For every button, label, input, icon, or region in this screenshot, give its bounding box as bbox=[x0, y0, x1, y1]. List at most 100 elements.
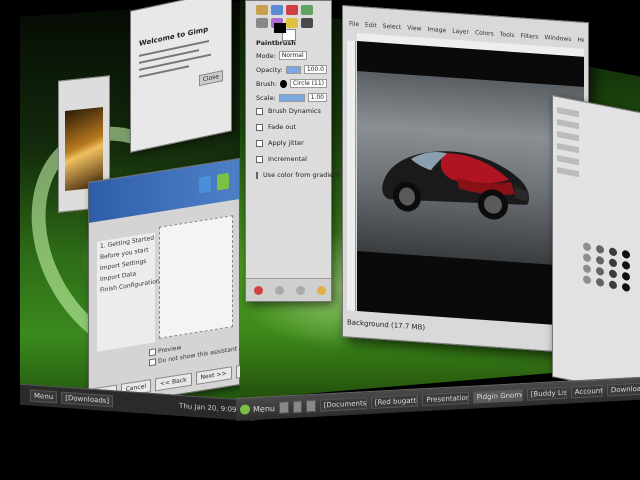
vertical-ruler[interactable] bbox=[347, 40, 356, 311]
task-button-accounts[interactable]: Accounts bbox=[570, 384, 603, 399]
scale-row: Scale: 1.00 bbox=[256, 93, 327, 102]
menu-item-image[interactable]: Image bbox=[427, 26, 446, 37]
brush-swatch[interactable] bbox=[596, 244, 604, 255]
tool-options-title: Paintbrush bbox=[256, 39, 296, 47]
dialog-title: Welcome to Gimp bbox=[139, 25, 209, 48]
menu-item-view[interactable]: View bbox=[407, 25, 421, 36]
delete-icon[interactable] bbox=[296, 285, 305, 295]
scale-value[interactable]: 1.00 bbox=[307, 93, 327, 102]
list-item[interactable] bbox=[557, 118, 579, 130]
brush-swatch[interactable] bbox=[609, 258, 617, 268]
next-button[interactable]: Next >> bbox=[195, 366, 232, 386]
scale-slider[interactable] bbox=[278, 93, 305, 102]
dock-layer-list bbox=[557, 106, 579, 183]
task-button-downloads[interactable]: Downloads bbox=[606, 382, 640, 397]
option-checkbox[interactable]: Fade out bbox=[256, 123, 327, 131]
import-wizard-dialog[interactable]: 1. Getting Started Before you start Impo… bbox=[88, 157, 266, 410]
checkbox[interactable] bbox=[256, 123, 263, 131]
tool-icon[interactable] bbox=[256, 18, 268, 28]
restore-icon[interactable] bbox=[275, 285, 284, 295]
photo-thumbnail bbox=[65, 107, 103, 191]
brush-swatch[interactable] bbox=[583, 242, 591, 252]
menu-item-edit[interactable]: Edit bbox=[365, 22, 377, 33]
task-button-red-bugatti[interactable]: [Red bugatti ... bbox=[370, 394, 419, 409]
menu-button[interactable]: Menu bbox=[240, 403, 275, 415]
checkbox[interactable] bbox=[256, 107, 263, 115]
close-button[interactable]: Close bbox=[198, 70, 223, 87]
brush-swatch[interactable] bbox=[583, 275, 591, 285]
brush-palette bbox=[583, 242, 632, 293]
brush-swatch[interactable] bbox=[622, 249, 630, 260]
brush-swatch[interactable] bbox=[583, 264, 591, 274]
taskbar-menu-button[interactable]: Menu bbox=[30, 389, 58, 404]
option-checkbox[interactable]: Apply jitter bbox=[256, 139, 327, 147]
taskbar-task-button[interactable]: [Downloads] bbox=[61, 391, 114, 408]
welcome-dialog[interactable]: Welcome to Gimp Close bbox=[130, 0, 232, 153]
tool-icon[interactable] bbox=[301, 5, 313, 15]
menu-item-colors[interactable]: Colors bbox=[475, 29, 494, 40]
back-button[interactable]: << Back bbox=[155, 372, 192, 392]
list-item[interactable] bbox=[557, 130, 579, 142]
brush-swatch[interactable] bbox=[596, 255, 604, 266]
brush-swatch[interactable] bbox=[609, 280, 617, 290]
brush-swatch[interactable] bbox=[622, 260, 630, 271]
show-desktop-icon[interactable] bbox=[278, 401, 289, 414]
brush-row: Brush: Circle (11) bbox=[256, 79, 327, 88]
mode-row: Mode: Normal bbox=[256, 51, 327, 60]
menu-item-help[interactable]: Help bbox=[577, 36, 584, 46]
checkbox[interactable] bbox=[256, 155, 263, 163]
opacity-value[interactable]: 100.0 bbox=[303, 65, 327, 74]
task-button-presentation[interactable]: Presentation... bbox=[422, 391, 469, 407]
brush-label: Brush: bbox=[256, 79, 277, 88]
menu-item-file[interactable]: File bbox=[349, 20, 359, 31]
task-button-documents[interactable]: [Documents ... bbox=[319, 397, 367, 412]
brush-name[interactable]: Circle (11) bbox=[289, 79, 327, 88]
option-checkbox[interactable]: Use color from gradient bbox=[256, 171, 340, 179]
foreground-color-swatch[interactable] bbox=[274, 23, 286, 33]
wizard-steps-list: 1. Getting Started Before you start Impo… bbox=[97, 232, 160, 352]
opacity-slider[interactable] bbox=[285, 65, 301, 74]
brush-preview-icon[interactable] bbox=[279, 79, 287, 88]
menu-item-filters[interactable]: Filters bbox=[521, 32, 539, 43]
file-manager-icon[interactable] bbox=[306, 399, 316, 413]
spreadsheet-icon bbox=[217, 172, 229, 191]
option-checkbox[interactable]: Incremental bbox=[256, 155, 327, 163]
checkbox[interactable] bbox=[149, 348, 156, 357]
menu-item-select[interactable]: Select bbox=[383, 23, 402, 34]
option-checkbox[interactable]: Brush Dynamics bbox=[256, 107, 327, 115]
task-button-buddy-list[interactable]: [Buddy List] bbox=[526, 386, 567, 401]
reset-icon[interactable] bbox=[317, 285, 326, 295]
mode-label: Mode: bbox=[256, 51, 276, 60]
mode-select[interactable]: Normal bbox=[278, 51, 307, 60]
list-item[interactable] bbox=[557, 106, 579, 118]
scale-label: Scale: bbox=[256, 93, 276, 102]
list-item[interactable] bbox=[557, 142, 579, 154]
tool-icon[interactable] bbox=[271, 5, 283, 15]
menu-item-layer[interactable]: Layer bbox=[452, 28, 469, 39]
brush-swatch[interactable] bbox=[622, 282, 630, 293]
checkbox[interactable] bbox=[256, 139, 263, 147]
list-item[interactable] bbox=[557, 166, 579, 178]
tool-icon[interactable] bbox=[301, 18, 313, 28]
tool-icon[interactable] bbox=[286, 5, 298, 15]
save-icon[interactable] bbox=[254, 285, 263, 295]
list-item[interactable] bbox=[557, 154, 579, 166]
checkbox[interactable] bbox=[256, 171, 258, 179]
brush-swatch[interactable] bbox=[583, 253, 591, 263]
brush-swatch[interactable] bbox=[609, 269, 617, 279]
tool-icon[interactable] bbox=[286, 18, 298, 28]
image-canvas[interactable] bbox=[357, 41, 584, 327]
brush-swatch[interactable] bbox=[609, 247, 617, 257]
brush-swatch[interactable] bbox=[596, 277, 604, 288]
task-button-pidgin[interactable]: Pidgin Gnome... bbox=[472, 388, 523, 404]
gimp-toolbox-window[interactable]: Paintbrush Mode: Normal Opacity: 100.0 B… bbox=[245, 0, 340, 302]
brush-swatch[interactable] bbox=[596, 266, 604, 277]
checkbox[interactable] bbox=[149, 358, 156, 367]
tool-icon[interactable] bbox=[256, 5, 268, 15]
brush-swatch[interactable] bbox=[622, 271, 630, 282]
brushes-dock-window[interactable] bbox=[552, 95, 640, 395]
wizard-preview-pane bbox=[159, 215, 233, 339]
menu-item-tools[interactable]: Tools bbox=[500, 31, 515, 42]
menu-item-windows[interactable]: Windows bbox=[545, 34, 572, 46]
terminal-icon[interactable] bbox=[292, 400, 303, 414]
